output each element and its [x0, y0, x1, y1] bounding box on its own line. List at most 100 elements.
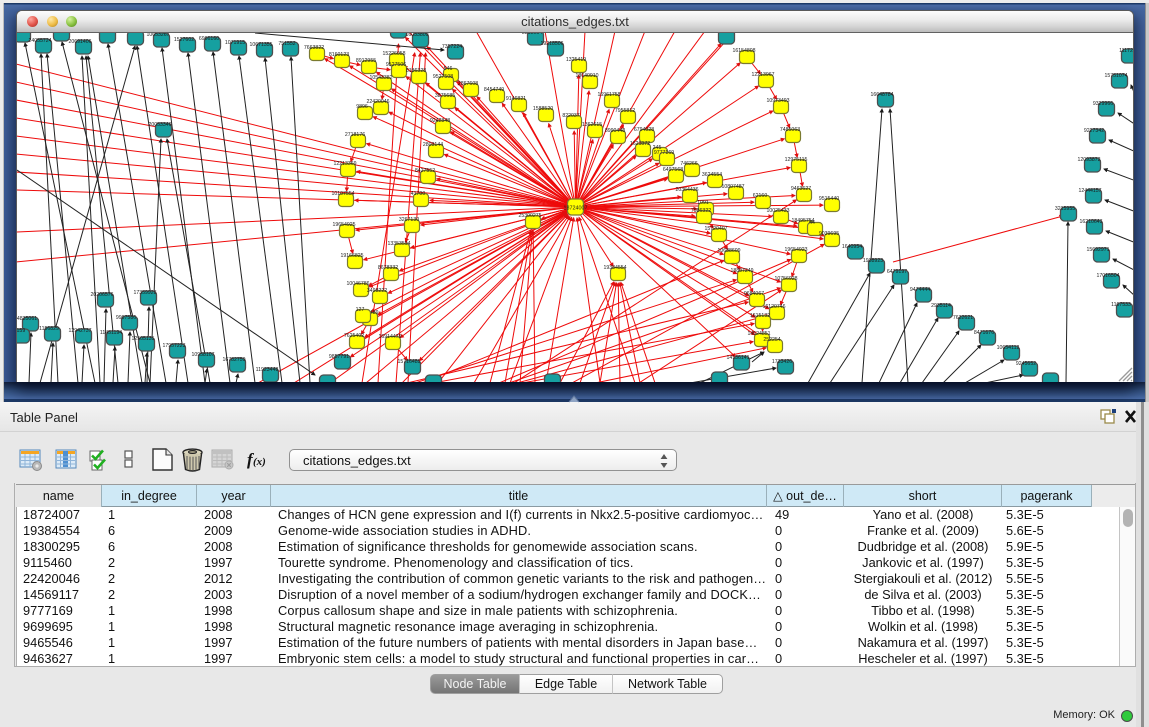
svg-text:7986322: 7986322 [691, 208, 711, 214]
svg-text:16210643: 16210643 [1079, 219, 1102, 225]
svg-text:12505135: 12505135 [131, 336, 154, 342]
svg-text:10025433: 10025433 [766, 208, 789, 214]
svg-text:1167533: 1167533 [1111, 302, 1131, 308]
svg-text:9474444: 9474444 [910, 287, 930, 293]
svg-text:12942737: 12942737 [68, 328, 91, 334]
svg-text:11923448: 11923448 [256, 367, 279, 373]
svg-text:9997586: 9997586 [116, 315, 136, 321]
svg-text:746266: 746266 [680, 161, 697, 167]
svg-text:1733426: 1733426 [772, 359, 792, 365]
svg-text:16961758: 16961758 [597, 92, 620, 98]
svg-text:127: 127 [356, 307, 365, 313]
svg-text:9329966: 9329966 [1093, 101, 1113, 107]
svg-text:7663822: 7663822 [304, 45, 324, 51]
svg-text:22420046: 22420046 [366, 99, 389, 105]
svg-text:9857791: 9857791 [329, 354, 349, 360]
svg-text:18724007: 18724007 [564, 206, 588, 212]
svg-text:3624554: 3624554 [702, 172, 722, 178]
svg-text:(x): (x) [253, 456, 266, 468]
svg-text:15692971: 15692971 [1086, 247, 1109, 253]
svg-text:20053346: 20053346 [148, 122, 171, 128]
svg-text:2803144: 2803144 [423, 142, 443, 148]
svg-text:3215955: 3215955 [1055, 206, 1075, 212]
svg-text:9777169: 9777169 [654, 150, 674, 156]
svg-text:19384554: 19384554 [603, 265, 626, 271]
svg-text:16154808: 16154808 [732, 48, 755, 54]
svg-text:2867608: 2867608 [458, 81, 478, 87]
svg-text:7357224: 7357224 [442, 44, 462, 50]
svg-text:8813054: 8813054 [522, 33, 542, 36]
svg-text:25300275: 25300275 [518, 213, 541, 219]
svg-text:1071915: 1071915 [225, 40, 245, 46]
svg-text:19166825: 19166825 [340, 253, 363, 259]
svg-text:10958107: 10958107 [191, 352, 214, 358]
svg-text:8471676: 8471676 [974, 330, 994, 336]
svg-text:1640954: 1640954 [842, 244, 862, 250]
svg-text:9463627: 9463627 [791, 186, 811, 192]
svg-text:14136141: 14136141 [726, 355, 749, 361]
svg-text:19218506: 19218506 [540, 41, 563, 47]
svg-text:16120746: 16120746 [762, 304, 785, 310]
svg-text:10653267: 10653267 [146, 33, 169, 38]
svg-text:24055724: 24055724 [28, 38, 51, 44]
svg-text:6497568: 6497568 [663, 167, 683, 173]
svg-text:9684067: 9684067 [744, 291, 764, 297]
svg-text:15226058: 15226058 [382, 51, 405, 57]
svg-text:17957223: 17957223 [162, 343, 185, 349]
svg-text:7485063: 7485063 [780, 127, 800, 133]
svg-text:6794028: 6794028 [634, 127, 654, 133]
svg-text:10756928: 10756928 [774, 276, 797, 282]
svg-text:3267130: 3267130 [399, 217, 419, 223]
svg-text:11172: 11172 [1119, 48, 1133, 54]
svg-text:17359928: 17359928 [133, 290, 156, 296]
svg-text:16782759: 16782759 [222, 357, 245, 363]
svg-text:9146821: 9146821 [506, 96, 526, 102]
svg-text:8912955: 8912955 [356, 58, 376, 64]
svg-text:3498222: 3498222 [367, 288, 387, 294]
svg-text:751552: 751552 [278, 41, 295, 47]
svg-text:9039695: 9039695 [819, 231, 839, 237]
svg-text:2087682: 2087682 [713, 33, 733, 35]
svg-text:10671355: 10671355 [249, 42, 272, 48]
svg-text:20364436: 20364436 [675, 187, 698, 193]
svg-text:1156829: 1156829 [39, 326, 59, 332]
svg-text:9896: 9896 [356, 104, 368, 110]
svg-text:12975115: 12975115 [785, 157, 808, 163]
svg-text:1527602: 1527602 [174, 37, 194, 43]
svg-text:1325419: 1325419 [566, 57, 586, 63]
svg-text:16914479: 16914479 [378, 334, 401, 340]
svg-text:18640910: 18640910 [575, 73, 598, 79]
svg-text:19654923: 19654923 [784, 247, 807, 253]
svg-text:8427552: 8427552 [415, 168, 435, 174]
svg-text:9242848: 9242848 [430, 118, 450, 124]
svg-text:8990448: 8990448 [605, 128, 625, 134]
svg-text:822037: 822037 [562, 113, 579, 119]
svg-text:20691406: 20691406 [68, 39, 91, 45]
svg-text:15716485: 15716485 [397, 359, 420, 365]
svg-text:12213967: 12213967 [751, 72, 774, 78]
svg-text:3875685: 3875685 [435, 93, 455, 99]
svg-text:7625402: 7625402 [344, 333, 364, 339]
svg-text:1621072: 1621072 [630, 141, 650, 147]
svg-text:9527506: 9527506 [386, 62, 406, 68]
svg-text:6479197: 6479197 [887, 269, 907, 275]
svg-text:1091: 1091 [697, 200, 709, 206]
svg-text:1938923: 1938923 [863, 258, 883, 264]
svg-text:15720407: 15720407 [704, 226, 727, 232]
svg-text:10688609: 10688609 [717, 248, 740, 254]
svg-text:12213369: 12213369 [333, 161, 356, 167]
svg-text:9245652: 9245652 [1016, 361, 1036, 367]
svg-text:8454749: 8454749 [484, 87, 504, 93]
svg-text:18807249: 18807249 [730, 268, 753, 274]
svg-text:16033809: 16033809 [405, 33, 428, 38]
svg-text:17016504: 17016504 [1096, 273, 1119, 279]
svg-text:1362615: 1362615 [582, 122, 602, 128]
svg-text:10807487: 10807487 [721, 184, 744, 190]
svg-text:10046786: 10046786 [346, 281, 369, 287]
svg-text:13353594: 13353594 [387, 241, 410, 247]
svg-text:20206576: 20206576 [90, 292, 113, 298]
svg-text:15751074: 15751074 [1104, 73, 1127, 79]
svg-text:12093872: 12093872 [1077, 157, 1100, 163]
svg-text:8160123: 8160123 [329, 52, 349, 58]
svg-text:62160: 62160 [753, 193, 768, 199]
